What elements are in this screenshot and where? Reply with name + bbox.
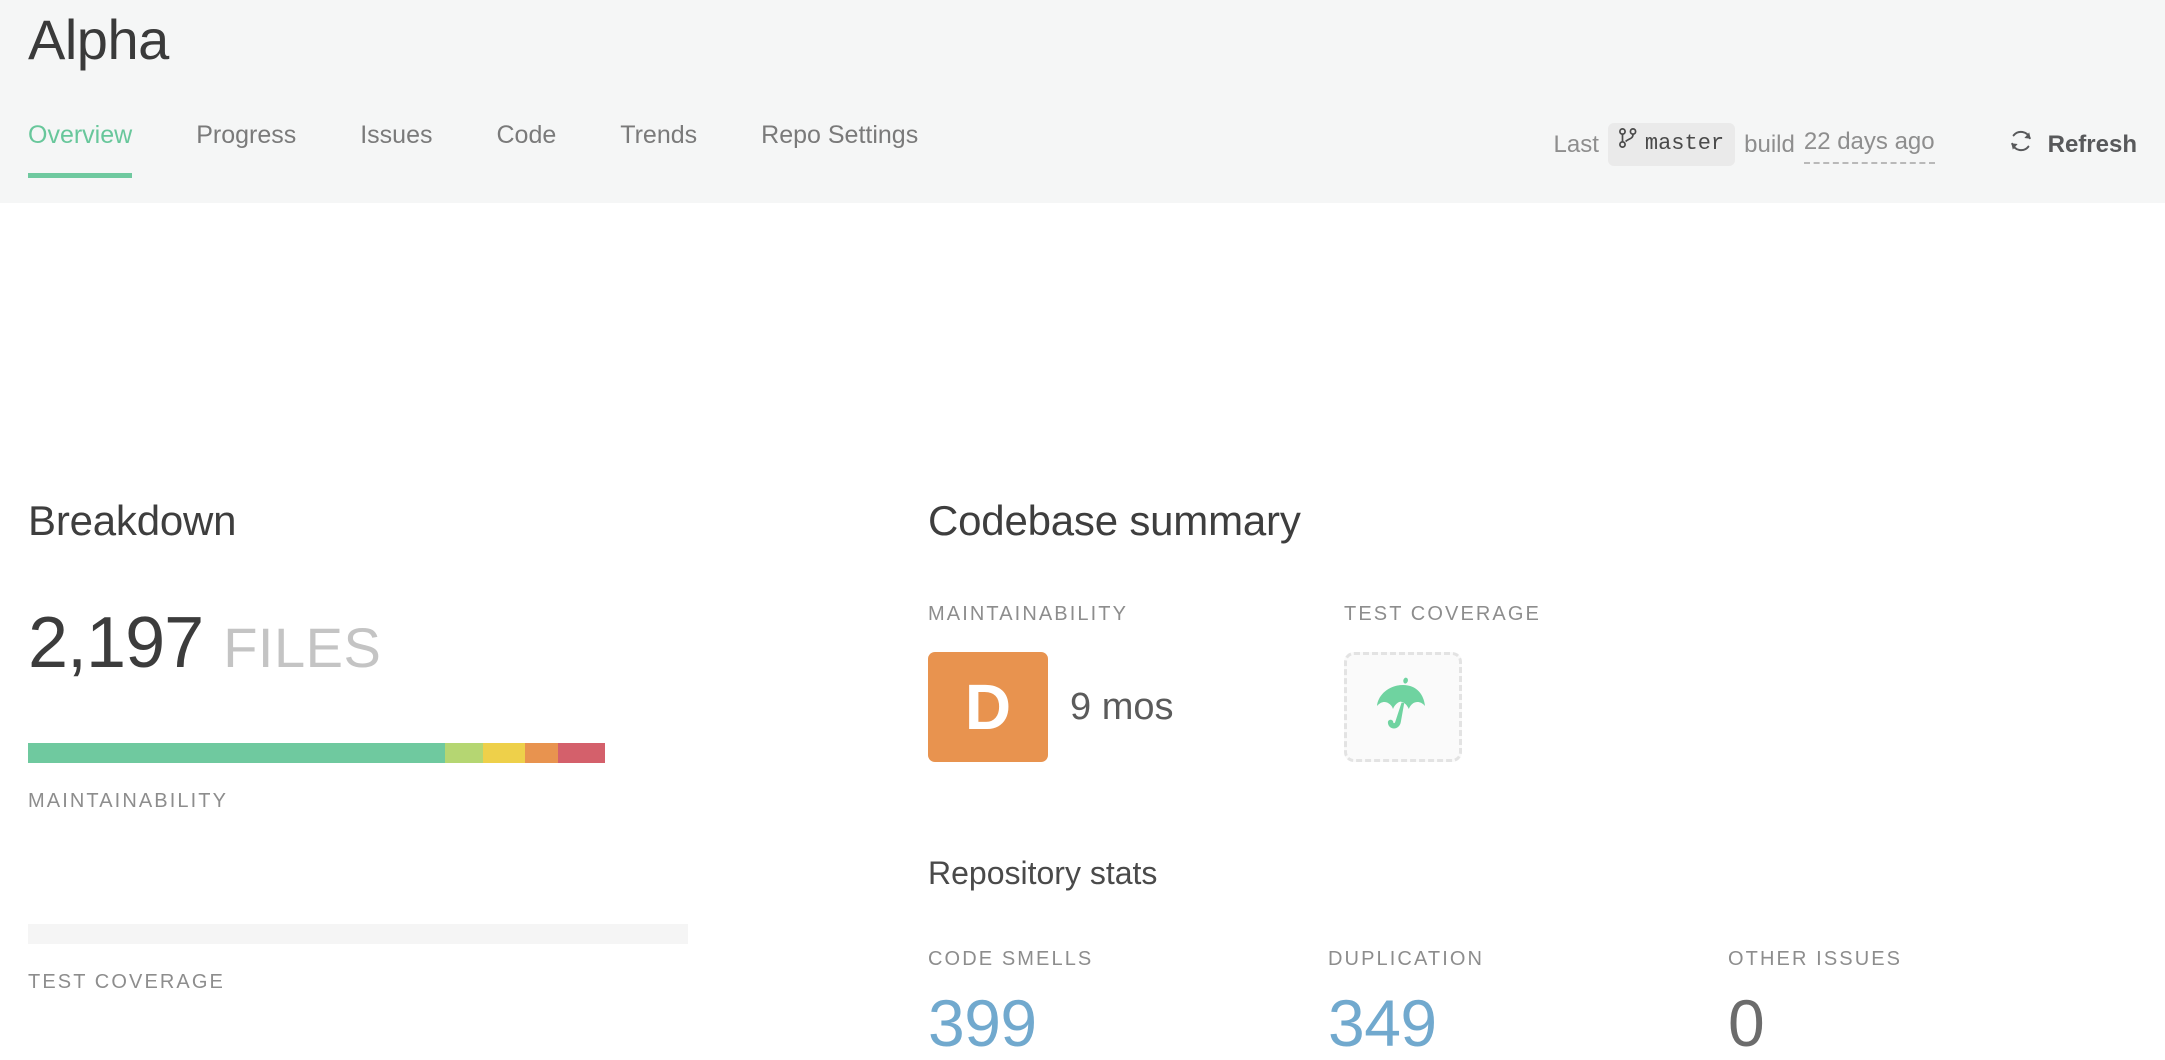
- maintainability-segment-c[interactable]: [482, 743, 525, 763]
- refresh-icon: [2007, 127, 2035, 162]
- stat-other-issues: OTHER ISSUES 0: [1728, 946, 2128, 1059]
- repository-stats-row: CODE SMELLS 399 DUPLICATION 349 OTHER IS…: [928, 946, 2128, 1059]
- maintainability-segment-a[interactable]: [28, 743, 446, 763]
- codebase-summary-heading: Codebase summary: [928, 497, 1301, 544]
- coverage-bar-block: TEST COVERAGE: [28, 924, 708, 995]
- tab-issues[interactable]: Issues: [360, 118, 432, 178]
- metric-test-coverage-caption: TEST COVERAGE: [1344, 603, 1541, 625]
- codebase-metrics: MAINTAINABILITY D 9 mos TEST COVERAGE: [928, 601, 2128, 762]
- files-summary: 2,197 FILES: [28, 605, 708, 681]
- files-label: FILES: [223, 616, 382, 679]
- stat-duplication-value[interactable]: 349: [1328, 987, 1728, 1059]
- maintainability-age: 9 mos: [1070, 685, 1174, 728]
- test-coverage-bar-caption: TEST COVERAGE: [28, 971, 225, 993]
- stat-code-smells: CODE SMELLS 399: [928, 946, 1328, 1059]
- maintainability-segment-b[interactable]: [445, 743, 483, 763]
- last-build-info: Last master build 22 days ago Refresh: [1554, 123, 2137, 166]
- page-header: Alpha Overview Progress Issues Code Tren…: [0, 0, 2165, 203]
- metric-test-coverage: TEST COVERAGE: [1344, 601, 1760, 762]
- branch-badge[interactable]: master: [1607, 123, 1736, 166]
- maintainability-bar-caption: MAINTAINABILITY: [28, 790, 229, 812]
- breakdown-panel: Breakdown 2,197 FILES MAINTAINABILITY TE…: [28, 493, 708, 995]
- build-middle-label: build: [1744, 130, 1795, 158]
- maintainability-bar-block: MAINTAINABILITY: [28, 743, 708, 814]
- metric-maintainability: MAINTAINABILITY D 9 mos: [928, 601, 1344, 762]
- tab-repo-settings[interactable]: Repo Settings: [761, 118, 918, 178]
- maintainability-segment-empty[interactable]: [605, 743, 688, 763]
- stat-other-issues-value: 0: [1728, 986, 1765, 1060]
- tab-progress[interactable]: Progress: [196, 118, 296, 178]
- build-timestamp[interactable]: 22 days ago: [1803, 125, 1935, 164]
- umbrella-icon: [1372, 676, 1434, 739]
- breakdown-heading: Breakdown: [28, 497, 237, 544]
- git-branch-icon: [1618, 127, 1638, 161]
- maintainability-segment-f[interactable]: [557, 743, 606, 763]
- repository-stats-title: Repository stats: [928, 855, 1158, 891]
- stat-code-smells-value[interactable]: 399: [928, 987, 1328, 1059]
- stat-duplication: DUPLICATION 349: [1328, 946, 1728, 1059]
- metric-maintainability-caption: MAINTAINABILITY: [928, 603, 1129, 625]
- primary-navbar: Overview Progress Issues Code Trends Rep…: [0, 118, 2165, 203]
- stat-duplication-caption: DUPLICATION: [1328, 948, 1485, 970]
- page-title: Alpha: [28, 8, 169, 71]
- tab-trends[interactable]: Trends: [620, 118, 697, 178]
- metric-test-coverage-value: [1344, 652, 1760, 762]
- tab-overview[interactable]: Overview: [28, 118, 133, 178]
- refresh-button[interactable]: Refresh: [2007, 127, 2137, 162]
- metric-maintainability-value: D 9 mos: [928, 652, 1344, 762]
- maintainability-segment-d[interactable]: [524, 743, 558, 763]
- tab-list: Overview Progress Issues Code Trends Rep…: [28, 118, 918, 178]
- repository-stats: Repository stats CODE SMELLS 399 DUPLICA…: [928, 852, 2128, 1059]
- tab-code[interactable]: Code: [497, 118, 557, 178]
- files-count: 2,197: [28, 603, 204, 683]
- codebase-summary-panel: Codebase summary MAINTAINABILITY D 9 mos…: [928, 493, 2128, 1059]
- stat-code-smells-caption: CODE SMELLS: [928, 948, 1094, 970]
- refresh-label: Refresh: [2047, 130, 2137, 158]
- maintainability-bar[interactable]: [28, 743, 688, 763]
- stat-other-issues-caption: OTHER ISSUES: [1728, 948, 1903, 970]
- maintainability-grade-badge[interactable]: D: [928, 652, 1048, 762]
- test-coverage-bar[interactable]: [28, 924, 688, 944]
- branch-name: master: [1644, 131, 1725, 156]
- build-prefix-label: Last: [1553, 130, 1599, 158]
- test-coverage-placeholder[interactable]: [1344, 652, 1462, 762]
